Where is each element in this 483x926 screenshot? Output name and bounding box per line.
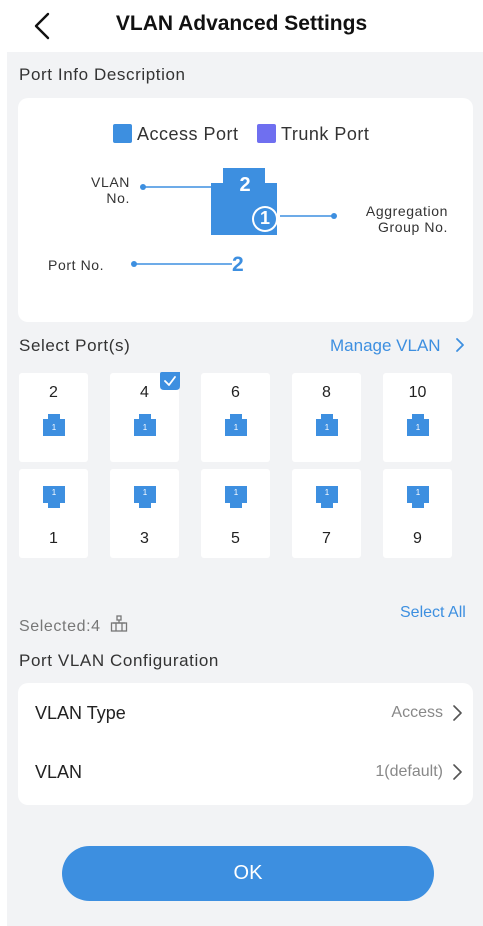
port-info-title: Port Info Description	[19, 65, 186, 84]
vlan-type-label: VLAN Type	[35, 703, 126, 723]
ethernet-port-icon: 1	[225, 414, 247, 436]
vlan-label: VLAN	[35, 762, 83, 782]
aggregation-number: 1	[259, 208, 270, 228]
aggregation-label-line1: Aggregation	[365, 203, 448, 219]
manage-vlan-link[interactable]: Manage VLAN	[330, 336, 467, 356]
header-bar: VLAN Advanced Settings	[0, 0, 483, 52]
port-number: 5	[231, 530, 240, 547]
chevron-right-icon	[453, 764, 462, 780]
port-tile-7[interactable]: 1 7	[292, 469, 361, 558]
ethernet-port-icon: 1	[407, 486, 429, 508]
main-content: Port Info Description Access Port Trunk …	[7, 52, 483, 926]
port-tile-9[interactable]: 1 9	[383, 469, 452, 558]
port-no-label: Port No.	[48, 257, 105, 273]
port-info-card: Access Port Trunk Port VLAN No. 2 1 Aggr…	[18, 98, 473, 322]
manage-vlan-label: Manage VLAN	[330, 336, 441, 355]
svg-text:1: 1	[143, 423, 148, 432]
vlan-label-line1: VLAN	[91, 174, 130, 190]
chevron-right-icon	[456, 338, 465, 352]
ethernet-port-icon: 1	[316, 486, 338, 508]
ethernet-port-icon: 1	[134, 486, 156, 508]
vlan-type-row[interactable]: VLAN Type Access	[18, 683, 473, 744]
port-number: 10	[408, 384, 427, 401]
selected-count-text: Selected:4	[19, 618, 101, 635]
checkmark-icon	[160, 372, 180, 390]
select-ports-title: Select Port(s)	[19, 336, 131, 355]
chevron-right-icon	[453, 705, 462, 721]
aggregation-label-line2: Group No.	[378, 219, 448, 235]
port-number: 1	[49, 530, 58, 547]
vlan-number: 2	[239, 174, 251, 196]
vlan-config-title: Port VLAN Configuration	[19, 651, 219, 670]
ethernet-port-icon: 1	[225, 486, 247, 508]
svg-text:1: 1	[52, 488, 57, 497]
ethernet-port-icon: 1	[43, 486, 65, 508]
port-tile-4[interactable]: 4 1	[110, 372, 180, 462]
port-tile-3[interactable]: 1 3	[110, 469, 179, 558]
port-tile-1[interactable]: 1 1	[19, 469, 88, 558]
ethernet-port-icon: 1	[43, 414, 65, 436]
ethernet-port-icon: 1	[316, 414, 338, 436]
ethernet-port-icon: 1	[134, 414, 156, 436]
select-all-link[interactable]: Select All	[400, 604, 466, 622]
ethernet-port-icon: 1	[407, 414, 429, 436]
vlan-value: 1(default)	[375, 763, 443, 780]
port-number: 7	[322, 530, 331, 547]
selected-count: Selected:4	[19, 615, 128, 636]
svg-text:1: 1	[234, 423, 239, 432]
vlan-label-line2: No.	[106, 190, 130, 206]
port-tile-2[interactable]: 2 1	[19, 373, 88, 462]
port-number: 6	[231, 384, 240, 401]
svg-text:1: 1	[234, 488, 239, 497]
aggregation-icon	[110, 615, 127, 632]
port-number: 3	[140, 530, 149, 547]
vlan-row[interactable]: VLAN 1(default)	[18, 744, 473, 805]
port-tile-5[interactable]: 1 5	[201, 469, 270, 558]
port-no-value: 2	[232, 253, 244, 276]
port-number: 8	[322, 384, 331, 401]
svg-text:1: 1	[325, 423, 330, 432]
svg-text:1: 1	[52, 423, 57, 432]
vlan-config-card: VLAN Type Access VLAN 1(default)	[18, 683, 473, 805]
vlan-type-value: Access	[391, 704, 443, 721]
svg-text:1: 1	[325, 488, 330, 497]
page-title: VLAN Advanced Settings	[115, 12, 368, 35]
port-tile-8[interactable]: 8 1	[292, 373, 361, 462]
ok-button[interactable]: OK	[62, 846, 434, 901]
svg-text:1: 1	[143, 488, 148, 497]
port-tile-6[interactable]: 6 1	[201, 373, 270, 462]
svg-text:1: 1	[416, 423, 421, 432]
port-number: 2	[49, 384, 58, 401]
port-number: 9	[413, 530, 422, 547]
port-tile-10[interactable]: 10 1	[383, 373, 452, 462]
svg-text:1: 1	[416, 488, 421, 497]
